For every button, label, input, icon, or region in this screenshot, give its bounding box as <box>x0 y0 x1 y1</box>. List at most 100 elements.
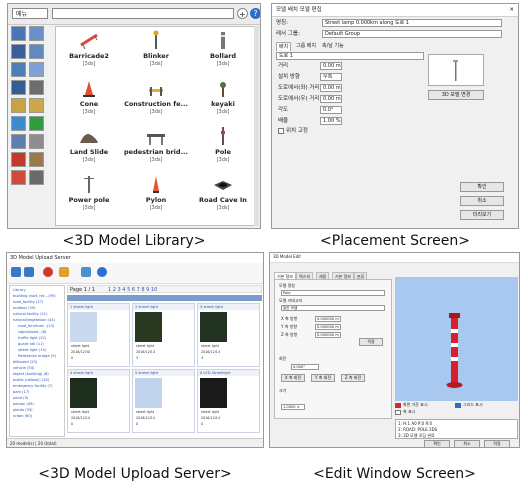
tree-item[interactable]: signal/road...(8) <box>18 330 46 335</box>
tree-item[interactable]: street light (14) <box>18 348 46 353</box>
person-category-icon[interactable] <box>11 134 26 149</box>
road-category-icon[interactable] <box>11 26 26 41</box>
change-model-button[interactable]: 3D 모델 변경 <box>428 90 484 100</box>
cancel-button[interactable]: 취소 <box>460 196 504 206</box>
name-field[interactable]: Street lamp 0.000km along 도로 1 <box>322 19 502 27</box>
model-item[interactable]: Blinker [3ds] <box>123 29 189 73</box>
model-item[interactable]: Barricade2 [3ds] <box>56 29 122 73</box>
tree-item[interactable]: pond (5) <box>13 396 28 401</box>
left-offset-field[interactable]: 0.00 m <box>320 84 342 92</box>
category-select[interactable]: 메뉴 <box>12 8 48 19</box>
upload-icon[interactable] <box>59 267 69 277</box>
tree-item[interactable]: person (49) <box>13 402 34 407</box>
category-select[interactable]: 일반 모델 <box>281 305 385 311</box>
show-reference-checkbox[interactable] <box>395 403 401 408</box>
model-name-field[interactable]: Pole <box>281 290 385 296</box>
tree-item[interactable]: public (railway) (20) <box>13 378 49 383</box>
right-offset-field[interactable]: 0.00 m <box>320 95 342 103</box>
tree-item[interactable]: object (building) (8) <box>13 372 49 377</box>
tab-group-placement[interactable]: 그룹 배치 <box>294 42 318 50</box>
barrier-category-icon[interactable] <box>11 152 26 167</box>
direction-select[interactable]: 우측 <box>320 73 342 81</box>
cone-category-icon[interactable] <box>11 170 26 185</box>
model-item[interactable]: Pole [3ds] <box>190 125 256 169</box>
tree-item[interactable]: vehicle (54) <box>13 366 34 371</box>
model-item[interactable]: keyaki [3ds] <box>190 77 256 121</box>
tunnel-category-icon[interactable] <box>29 44 44 59</box>
tab-placement[interactable]: 배치 <box>276 42 292 51</box>
tree-item[interactable]: Pedestrian bridge (9) <box>18 354 56 359</box>
model-item[interactable]: Cone [3ds] <box>56 77 122 121</box>
distance-field[interactable]: 0.00 m <box>320 62 342 70</box>
rotate-y-button[interactable]: Y 축 회전 <box>311 374 335 382</box>
model-item[interactable]: Pylon [3ds] <box>123 173 189 217</box>
model-card[interactable]: 2 street light street light 2016/12/14 3 <box>132 303 195 367</box>
pole-category-icon[interactable] <box>29 170 44 185</box>
rotate-x-button[interactable]: X 축 회전 <box>281 374 305 382</box>
cancel-button[interactable]: 취소 <box>454 440 480 447</box>
model-card[interactable]: 6 LED Streetlight street light 2016/12/1… <box>197 369 260 433</box>
flag-category-icon[interactable] <box>11 116 26 131</box>
z-axis-field[interactable]: 0.000000 m <box>315 332 341 338</box>
grid-scrollbar[interactable] <box>254 26 259 226</box>
sign-category-icon[interactable] <box>11 98 26 113</box>
add-icon[interactable]: + <box>237 8 248 19</box>
x-axis-field[interactable]: 0.000000 m <box>315 316 341 322</box>
back-icon[interactable] <box>11 267 21 277</box>
forward-icon[interactable] <box>24 267 34 277</box>
machine-category-icon[interactable] <box>29 80 44 95</box>
model-item[interactable]: pedestrian brid... [3ds] <box>123 125 189 169</box>
tree-item[interactable]: outdoor (29) <box>13 306 36 311</box>
angle-field[interactable]: 0.0° <box>320 106 342 114</box>
model-item[interactable]: Road Cave In [3ds] <box>190 173 256 217</box>
stop-icon[interactable] <box>43 267 53 277</box>
ok-button[interactable]: 확인 <box>424 440 450 447</box>
close-icon[interactable]: ✕ <box>509 6 514 14</box>
tree-item[interactable]: emergency facility (7) <box>13 384 53 389</box>
model-item[interactable]: Bollard [3ds] <box>190 29 256 73</box>
rotate-z-button[interactable]: Z 축 회전 <box>341 374 365 382</box>
tree-item[interactable]: road_furniture...(13) <box>18 324 54 329</box>
y-axis-field[interactable]: 0.000000 m <box>315 324 341 330</box>
show-axis-checkbox[interactable] <box>395 410 401 415</box>
bridge-category-icon[interactable] <box>11 44 26 59</box>
model-card[interactable]: 5 street light street light 2016/12/14 0 <box>132 369 195 433</box>
tree-item[interactable]: road_facility (27) <box>13 300 43 305</box>
scale-field[interactable]: 1.0000 × <box>281 404 305 410</box>
building-category-icon[interactable] <box>29 134 44 149</box>
warning-category-icon[interactable] <box>29 98 44 113</box>
model-item[interactable]: Construction fe... [3ds] <box>123 77 189 121</box>
tree-item[interactable]: traffic light (22) <box>18 336 46 341</box>
preview-button[interactable]: 미리보기 <box>460 210 504 220</box>
tree-item[interactable]: plants (33) <box>13 408 33 413</box>
search-input[interactable] <box>52 8 234 19</box>
car-category-icon[interactable] <box>11 80 26 95</box>
truck-category-icon[interactable] <box>29 62 44 77</box>
road-select[interactable]: 도로 1 <box>276 52 424 60</box>
show-grid-checkbox[interactable] <box>455 403 461 408</box>
tree-item[interactable]: urban (60) <box>13 414 32 419</box>
tree-item[interactable]: guard rail (11) <box>18 342 44 347</box>
group-select[interactable]: Default Group <box>322 30 502 38</box>
model-item[interactable]: Land Slide [3ds] <box>56 125 122 169</box>
model-card[interactable]: 3 street light street light 2016/12/14 4 <box>197 303 260 367</box>
tree-item[interactable]: natural facility (21) <box>13 312 47 317</box>
ok-button[interactable]: 확인 <box>460 182 504 192</box>
model-item[interactable]: Power pole [3ds] <box>56 173 122 217</box>
facility-category-icon[interactable] <box>29 152 44 167</box>
help-icon[interactable] <box>97 267 107 277</box>
page-links[interactable]: 1 2 3 4 5 6 7 8 9 10 <box>108 287 157 293</box>
bus-category-icon[interactable] <box>11 62 26 77</box>
vehicle-category-icon[interactable] <box>29 26 44 41</box>
help-icon[interactable]: ? <box>250 8 260 19</box>
scale-field[interactable]: 1.00 % <box>320 117 342 125</box>
tree-item[interactable]: natural/vegetation (43) <box>13 318 55 323</box>
tree-item[interactable]: park (17) <box>13 390 30 395</box>
3d-preview-viewport[interactable] <box>395 277 518 401</box>
model-card[interactable]: 1 street light street light 2016/12/30 0 <box>67 303 130 367</box>
tab-axis[interactable]: 축/날 기능 <box>320 42 346 50</box>
tree-item[interactable]: billboard (23) <box>13 360 37 365</box>
lock-position-checkbox[interactable] <box>278 128 284 134</box>
tree-item[interactable]: Library <box>13 288 26 293</box>
apply-position-button[interactable]: 적용 <box>359 338 383 346</box>
